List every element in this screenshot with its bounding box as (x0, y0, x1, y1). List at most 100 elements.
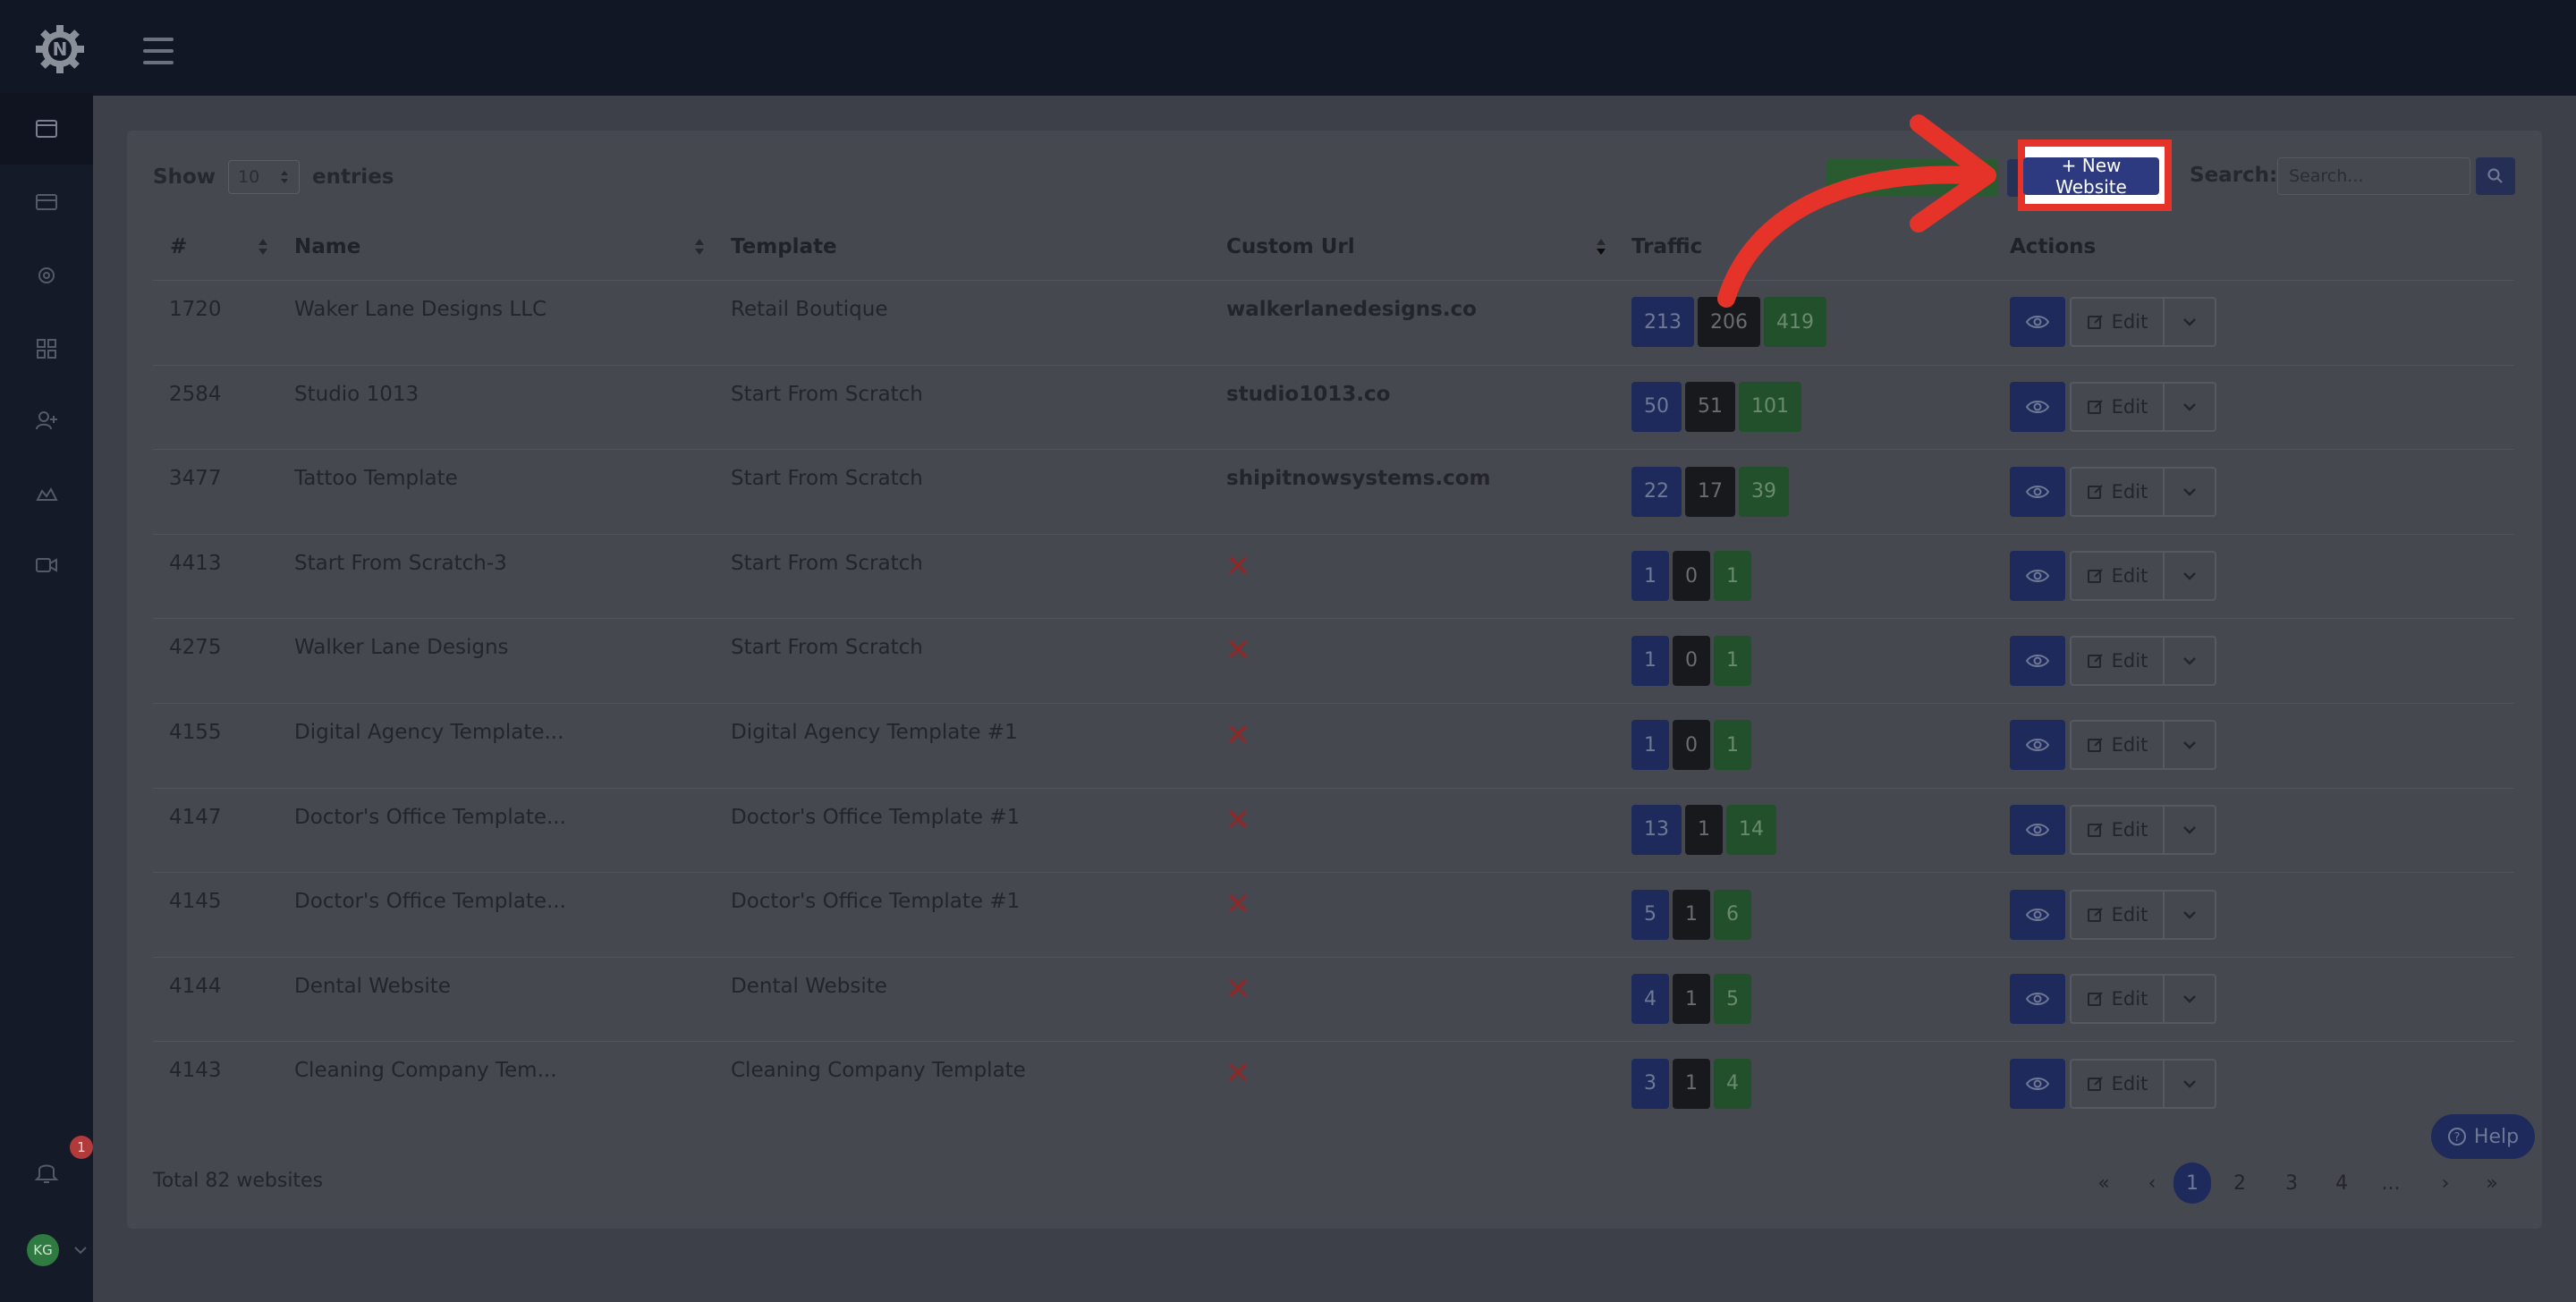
sidebar-item-hosting[interactable] (0, 458, 93, 529)
row-template: Dental Website (731, 974, 887, 998)
page-link[interactable]: ‹ (2143, 1162, 2161, 1204)
column-header-custom-url[interactable]: Custom Url (1226, 235, 1355, 258)
notifications-bell-icon[interactable] (27, 1152, 66, 1191)
row-name: Studio 1013 (294, 382, 419, 406)
no-url-x-icon (1229, 979, 1247, 997)
chevron-down-icon (2183, 572, 2196, 580)
view-button[interactable] (2010, 635, 2065, 686)
row-id: 1720 (169, 298, 222, 321)
more-actions-dropdown[interactable] (2165, 635, 2216, 686)
more-actions-dropdown[interactable] (2165, 466, 2216, 517)
sidebar-item-apps[interactable] (0, 313, 93, 385)
new-website-button[interactable]: + New Website (2023, 155, 2159, 198)
no-url-x-icon (1229, 725, 1247, 743)
edit-label: Edit (2111, 1072, 2148, 1095)
edit-button[interactable]: Edit (2070, 889, 2165, 940)
column-header-id[interactable]: # (170, 235, 187, 258)
column-header-name[interactable]: Name (294, 235, 360, 258)
edit-icon (2087, 1076, 2103, 1091)
row-template: Doctor's Office Template #1 (731, 805, 1021, 829)
page-link[interactable]: » (2483, 1162, 2501, 1204)
edit-button[interactable]: Edit (2070, 720, 2165, 771)
row-id: 4147 (169, 805, 222, 829)
more-actions-dropdown[interactable] (2165, 889, 2216, 940)
traffic-unique-badge: 0 (1673, 551, 1710, 602)
sort-updown-icon (281, 171, 288, 183)
sort-icon[interactable] (693, 236, 706, 258)
view-button[interactable] (2010, 974, 2065, 1025)
chevron-down-icon (2183, 995, 2196, 1003)
more-actions-dropdown[interactable] (2165, 551, 2216, 602)
sort-icon[interactable] (257, 236, 269, 258)
cloud-icon (36, 486, 58, 501)
row-id: 4413 (169, 551, 222, 575)
edit-icon (2087, 823, 2103, 837)
edit-button[interactable]: Edit (2070, 381, 2165, 432)
search-input[interactable] (2277, 157, 2470, 195)
page-link[interactable]: 4 (2327, 1162, 2356, 1204)
edit-button[interactable]: Edit (2070, 297, 2165, 348)
help-label: Help (2473, 1125, 2520, 1148)
sort-desc-icon[interactable] (1595, 236, 1607, 258)
page-link[interactable]: 3 (2277, 1162, 2306, 1204)
entries-select[interactable]: 10 (228, 160, 300, 194)
edit-button[interactable]: Edit (2070, 1058, 2165, 1109)
traffic-total-badge: 1 (1714, 551, 1751, 602)
sidebar-item-users[interactable] (0, 385, 93, 456)
traffic-visits-badge: 1 (1631, 551, 1669, 602)
edit-button[interactable]: Edit (2070, 804, 2165, 855)
more-actions-dropdown[interactable] (2165, 974, 2216, 1025)
eye-icon (2026, 1077, 2049, 1090)
page-link-active[interactable]: 1 (2174, 1162, 2211, 1204)
column-header-actions: Actions (2010, 235, 2097, 258)
view-button[interactable] (2010, 381, 2065, 432)
brand-logo[interactable]: N (34, 23, 86, 75)
edit-button[interactable]: Edit (2070, 551, 2165, 602)
chevron-down-icon (2183, 1079, 2196, 1088)
entries-label: entries (312, 165, 394, 189)
row-template: Start From Scratch (731, 467, 923, 491)
traffic-visits-badge: 3 (1631, 1058, 1669, 1109)
view-button[interactable] (2010, 720, 2065, 771)
more-actions-dropdown[interactable] (2165, 381, 2216, 432)
page-link[interactable]: « (2095, 1162, 2113, 1204)
page-link[interactable]: ... (2377, 1162, 2404, 1204)
help-button[interactable]: ? Help (2431, 1114, 2535, 1159)
search-button[interactable] (2476, 157, 2515, 195)
page-link[interactable]: 2 (2225, 1162, 2254, 1204)
chevron-down-icon[interactable] (72, 1241, 89, 1259)
menu-toggle-icon[interactable] (143, 38, 174, 64)
row-name: Start From Scratch-3 (294, 551, 507, 575)
row-custom-url[interactable]: studio1013.co (1226, 383, 1390, 406)
edit-button[interactable]: Edit (2070, 635, 2165, 686)
sidebar-item-videos[interactable] (0, 529, 93, 601)
more-actions-dropdown[interactable] (2165, 297, 2216, 348)
column-header-template[interactable]: Template (731, 235, 837, 258)
view-button[interactable] (2010, 466, 2065, 517)
sidebar-item-websites[interactable] (0, 93, 93, 165)
svg-text:N: N (53, 38, 68, 60)
row-custom-url[interactable]: shipitnowsystems.com (1226, 467, 1490, 490)
traffic-visits-badge: 50 (1631, 381, 1682, 432)
more-actions-dropdown[interactable] (2165, 804, 2216, 855)
more-actions-dropdown[interactable] (2165, 1058, 2216, 1109)
row-divider (153, 364, 2514, 366)
user-avatar[interactable]: KG (27, 1234, 59, 1266)
page-link[interactable]: › (2436, 1162, 2454, 1204)
view-button[interactable] (2010, 551, 2065, 602)
edit-button[interactable]: Edit (2070, 974, 2165, 1025)
row-custom-url[interactable]: walkerlanedesigns.co (1226, 298, 1477, 321)
video-icon (36, 558, 57, 572)
traffic-visits-badge: 13 (1631, 804, 1682, 855)
traffic-visits-badge: 5 (1631, 889, 1669, 940)
edit-button[interactable]: Edit (2070, 466, 2165, 517)
row-template: Doctor's Office Template #1 (731, 890, 1021, 914)
sidebar-item-billing[interactable] (0, 166, 93, 238)
view-button[interactable] (2010, 889, 2065, 940)
sidebar-item-settings[interactable] (0, 240, 93, 311)
view-button[interactable] (2010, 1058, 2065, 1109)
row-id: 3477 (169, 467, 222, 491)
view-button[interactable] (2010, 804, 2065, 855)
more-actions-dropdown[interactable] (2165, 720, 2216, 771)
traffic-visits-badge: 1 (1631, 720, 1669, 771)
